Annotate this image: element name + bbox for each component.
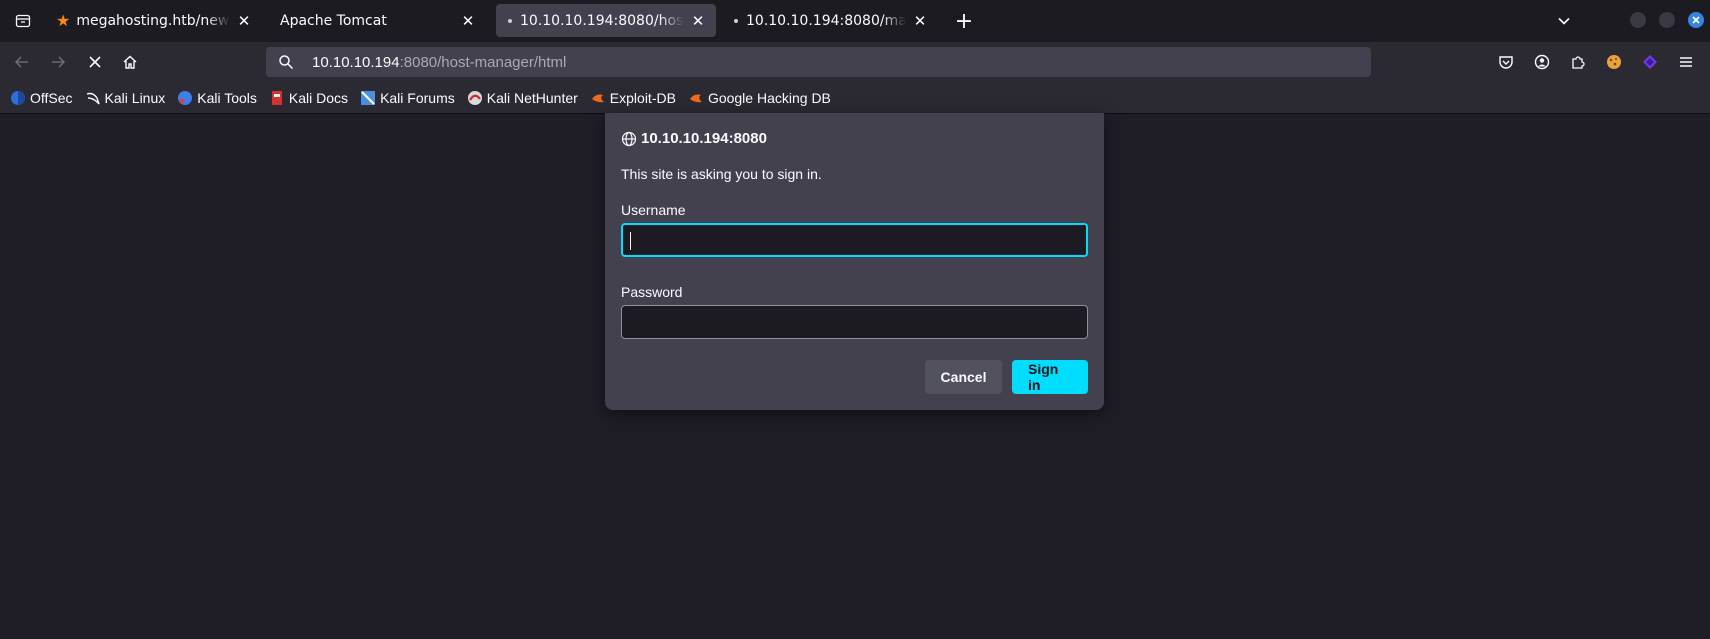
account-button[interactable]	[1531, 51, 1553, 73]
stop-icon	[89, 56, 101, 68]
bookmark-kali-docs[interactable]: Kali Docs	[269, 90, 348, 106]
close-icon	[1692, 16, 1700, 24]
cube-icon	[1643, 55, 1657, 69]
kali-forums-icon	[360, 90, 376, 106]
text-caret	[630, 232, 631, 250]
cookie-icon	[1607, 55, 1621, 69]
auth-dialog: 10.10.10.194:8080 This site is asking yo…	[605, 113, 1104, 410]
bookmark-label: Exploit-DB	[609, 89, 676, 106]
app-menu-button[interactable]	[1675, 51, 1697, 73]
tab-title: 10.10.10.194:8080/host-manager/html	[520, 12, 684, 29]
list-all-tabs-button[interactable]	[1552, 9, 1576, 33]
offsec-icon	[10, 90, 26, 106]
url-host: 10.10.10.194	[312, 53, 400, 71]
bookmark-label: Kali Forums	[380, 89, 455, 106]
bookmark-label: Kali Linux	[104, 89, 166, 106]
bookmark-offsec[interactable]: OffSec	[10, 90, 73, 106]
globe-icon	[621, 131, 637, 146]
stop-button[interactable]	[81, 48, 109, 76]
kali-docs-icon	[269, 90, 285, 106]
tab-manager[interactable]: 10.10.10.194:8080/manager/html ✕	[722, 4, 938, 37]
bookmark-exploit-db[interactable]: Exploit-DB	[590, 90, 676, 106]
extension-cube-button[interactable]	[1639, 51, 1661, 73]
username-label: Username	[621, 202, 686, 218]
sign-in-button[interactable]: Sign in	[1012, 360, 1088, 394]
bookmark-kali-tools[interactable]: Kali Tools	[177, 90, 257, 106]
extensions-button[interactable]	[1567, 51, 1589, 73]
dialog-origin: 10.10.10.194:8080	[621, 130, 1088, 147]
star-icon: ★	[56, 11, 71, 30]
tab-title: megahosting.htb/news.php	[76, 12, 230, 29]
dialog-message: This site is asking you to sign in.	[621, 166, 822, 182]
firefox-view-button[interactable]	[0, 0, 46, 42]
username-field[interactable]	[621, 223, 1088, 257]
cookie-extension-button[interactable]	[1603, 51, 1625, 73]
window-close-button[interactable]	[1688, 12, 1704, 28]
exploitdb-icon	[590, 90, 606, 106]
bookmark-label: Google Hacking DB	[707, 89, 831, 106]
close-icon[interactable]: ✕	[236, 12, 252, 30]
home-button[interactable]	[116, 48, 144, 76]
close-icon[interactable]: ✕	[460, 12, 476, 30]
url-path: :8080/host-manager/html	[399, 53, 567, 71]
dialog-origin-text: 10.10.10.194:8080	[641, 130, 767, 147]
maximize-button[interactable]	[1659, 12, 1675, 28]
navigation-toolbar: 10.10.10.194:8080/host-manager/html	[0, 42, 1710, 82]
tab-title: Apache Tomcat	[280, 12, 387, 29]
ghdb-icon	[688, 90, 704, 106]
tab-megahosting[interactable]: ★ megahosting.htb/news.php ✕	[48, 4, 262, 37]
bookmark-label: Kali Docs	[288, 89, 349, 106]
plus-icon: +	[954, 8, 974, 34]
bookmark-google-hacking-db[interactable]: Google Hacking DB	[688, 90, 831, 106]
kali-dragon-icon	[85, 90, 101, 106]
tab-apache-tomcat[interactable]: Apache Tomcat ✕	[270, 4, 486, 37]
close-icon[interactable]: ✕	[690, 12, 706, 30]
dialog-buttons: Cancel Sign in	[925, 360, 1088, 394]
bookmark-kali-linux[interactable]: Kali Linux	[85, 89, 166, 106]
forward-button[interactable]	[44, 48, 72, 76]
chevron-down-icon	[1558, 17, 1570, 25]
url-bar[interactable]: 10.10.10.194:8080/host-manager/html	[266, 47, 1371, 77]
bookmark-kali-forums[interactable]: Kali Forums	[360, 90, 455, 106]
close-icon[interactable]: ✕	[912, 12, 928, 30]
bookmark-kali-nethunter[interactable]: Kali NetHunter	[467, 90, 578, 106]
tab-title: 10.10.10.194:8080/manager/html	[746, 12, 906, 29]
loading-dot-icon	[508, 18, 512, 23]
puzzle-icon	[1572, 56, 1585, 69]
arrow-left-icon	[14, 56, 28, 68]
bookmark-label: Kali NetHunter	[486, 89, 578, 106]
password-field[interactable]	[621, 305, 1088, 339]
tab-host-manager[interactable]: 10.10.10.194:8080/host-manager/html ✕	[496, 4, 716, 37]
arrow-right-icon	[52, 56, 66, 68]
loading-dot-icon	[734, 18, 738, 23]
bookmark-label: Kali Tools	[197, 89, 257, 106]
firefox-view-icon	[15, 14, 31, 28]
account-icon	[1534, 54, 1550, 70]
password-label: Password	[621, 284, 683, 300]
hamburger-menu-icon	[1680, 57, 1692, 67]
new-tab-button[interactable]: +	[952, 8, 976, 34]
pocket-button[interactable]	[1495, 51, 1517, 73]
pocket-icon	[1499, 56, 1513, 69]
minimize-button[interactable]	[1630, 12, 1646, 28]
bookmark-label: OffSec	[30, 89, 73, 106]
url-text[interactable]: 10.10.10.194:8080/host-manager/html	[312, 54, 566, 71]
bookmarks-toolbar: OffSec Kali Linux Kali Tools Kali Docs K…	[0, 82, 1710, 114]
nethunter-icon	[467, 90, 483, 106]
cancel-button[interactable]: Cancel	[925, 360, 1002, 394]
home-icon	[123, 55, 137, 69]
back-button[interactable]	[8, 48, 36, 76]
search-icon	[266, 54, 306, 70]
tab-strip: ★ megahosting.htb/news.php ✕ Apache Tomc…	[0, 0, 1710, 42]
kali-tools-icon	[177, 90, 193, 106]
